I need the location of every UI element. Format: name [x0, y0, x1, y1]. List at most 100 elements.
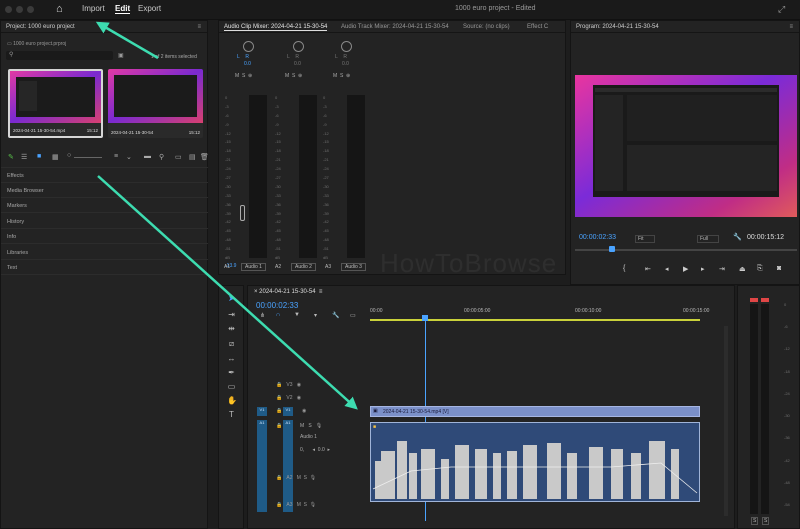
- pan-knob[interactable]: [293, 41, 304, 52]
- mute-solo-buttons[interactable]: M S 🎙: [300, 423, 322, 429]
- list-view-icon[interactable]: ☰: [21, 153, 27, 161]
- pen-tool-icon[interactable]: ✒: [227, 368, 236, 377]
- settings-wrench-icon[interactable]: 🔧: [332, 312, 339, 319]
- zoom-slider-handle[interactable]: ○: [67, 152, 71, 159]
- meter-tick-label: -51: [323, 246, 329, 252]
- fullscreen-icon[interactable]: ⤢: [778, 4, 785, 15]
- play-icon[interactable]: ▶: [683, 265, 688, 273]
- track-select-tool-icon[interactable]: ⇥: [227, 310, 236, 319]
- hand-tool-icon[interactable]: ✋: [227, 396, 237, 405]
- section-markers[interactable]: Markers: [7, 203, 27, 209]
- mute-solo-buttons[interactable]: M S ⊕: [333, 73, 350, 79]
- tab-effect-controls[interactable]: Effect C: [527, 24, 548, 30]
- eye-icon[interactable]: ◉: [302, 408, 306, 414]
- program-timecode[interactable]: 00:00:02:33: [579, 234, 616, 241]
- add-marker-icon[interactable]: ▼: [294, 312, 300, 318]
- lift-icon[interactable]: ⏏: [739, 265, 746, 273]
- close-window-button[interactable]: [5, 6, 12, 13]
- chevron-down-icon[interactable]: ⌄: [126, 153, 132, 161]
- icon-view-icon[interactable]: ■: [37, 153, 41, 160]
- snap-icon[interactable]: ⋔: [260, 312, 265, 319]
- section-libraries[interactable]: Libraries: [7, 250, 28, 256]
- volume-keyframe[interactable]: 0, ◂ 0.0 ▸: [300, 447, 330, 453]
- trash-icon[interactable]: 🗑: [200, 153, 209, 161]
- linked-selection-icon[interactable]: ∩: [276, 312, 280, 318]
- meter-tick-label: -36: [225, 201, 231, 207]
- clip-indicator-right[interactable]: [761, 298, 769, 302]
- freeform-view-icon[interactable]: ▦: [52, 153, 59, 161]
- menu-import[interactable]: Import: [82, 4, 105, 13]
- selection-tool-icon[interactable]: ➤: [227, 294, 236, 303]
- section-info[interactable]: Info: [7, 234, 16, 240]
- channel-name-a1[interactable]: Audio 1: [241, 263, 266, 271]
- go-to-out-icon[interactable]: ⇥: [719, 265, 725, 273]
- track-target-a1[interactable]: A1: [283, 420, 293, 512]
- automate-icon[interactable]: ▬: [144, 153, 151, 160]
- source-patch-a1[interactable]: A1: [257, 420, 267, 512]
- minimize-window-button[interactable]: [16, 6, 23, 13]
- section-text[interactable]: Text: [7, 265, 17, 271]
- menu-export[interactable]: Export: [138, 4, 161, 13]
- timeline-tab[interactable]: × 2024-04-21 15-30-54 ≡: [254, 289, 322, 295]
- zoom-dropdown[interactable]: Fit: [635, 235, 655, 243]
- tab-source[interactable]: Source: (no clips): [463, 24, 510, 30]
- section-media-browser[interactable]: Media Browser: [7, 188, 44, 194]
- camera-icon[interactable]: ◙: [777, 265, 781, 272]
- step-forward-icon[interactable]: ▸: [701, 265, 705, 273]
- solo-left-button[interactable]: S: [751, 517, 759, 525]
- new-bin-icon[interactable]: ▣: [118, 52, 124, 59]
- resolution-dropdown[interactable]: Full: [697, 235, 720, 243]
- menu-edit[interactable]: Edit: [115, 4, 131, 14]
- razor-tool-icon[interactable]: ⧄: [227, 339, 236, 348]
- settings-wrench-icon[interactable]: 🔧: [733, 233, 742, 241]
- video-clip[interactable]: ▣ 2024-04-21 15-30-54.mp4 [V]: [370, 406, 700, 417]
- meter-tick-label: -39: [275, 210, 281, 216]
- find-icon[interactable]: ⚲: [159, 153, 164, 161]
- mark-in-icon[interactable]: {: [623, 265, 625, 272]
- new-item-icon[interactable]: ▤: [189, 153, 196, 161]
- step-back-icon[interactable]: ◂: [665, 265, 669, 273]
- audio-clip[interactable]: ■: [370, 422, 700, 502]
- track-target-v1[interactable]: V1: [283, 407, 293, 416]
- mute-solo-buttons[interactable]: M S ⊕: [235, 73, 252, 79]
- pencil-icon[interactable]: ✎: [8, 153, 14, 161]
- solo-right-button[interactable]: S: [762, 517, 770, 525]
- timeline-scrollbar[interactable]: [724, 326, 728, 516]
- lock-icon[interactable]: 🔒: [276, 408, 282, 414]
- source-patch-v1[interactable]: V1: [257, 407, 267, 416]
- pan-knob[interactable]: [243, 41, 254, 52]
- program-playhead[interactable]: [609, 246, 615, 252]
- mute-solo-buttons[interactable]: M S ⊕: [285, 73, 302, 79]
- marker-icon[interactable]: ▾: [314, 312, 317, 319]
- pan-knob[interactable]: [341, 41, 352, 52]
- home-icon[interactable]: ⌂: [56, 3, 63, 15]
- section-history[interactable]: History: [7, 219, 24, 225]
- channel-name-a2[interactable]: Audio 2: [291, 263, 316, 271]
- new-bin-icon[interactable]: ▭: [175, 153, 182, 161]
- maximize-window-button[interactable]: [27, 6, 34, 13]
- pan-value: 0.0: [244, 61, 251, 67]
- channel-name-a3[interactable]: Audio 3: [341, 263, 366, 271]
- project-search-input[interactable]: ⚲: [6, 51, 113, 60]
- timeline-timecode[interactable]: 00:00:02:33: [256, 301, 298, 310]
- zoom-slider[interactable]: [74, 157, 102, 158]
- panel-menu-icon[interactable]: ≡: [789, 24, 793, 30]
- ripple-edit-tool-icon[interactable]: ⇹: [227, 324, 236, 333]
- meter-tick-label: -27: [275, 175, 281, 180]
- tab-audio-track-mixer[interactable]: Audio Track Mixer: 2024-04-21 15-30-54: [341, 24, 449, 30]
- panel-menu-icon[interactable]: ≡: [197, 24, 201, 30]
- go-to-in-icon[interactable]: ⇤: [645, 265, 651, 273]
- project-item-2[interactable]: 2024-04-21 15-30-54 15:12: [108, 69, 203, 138]
- project-item-1[interactable]: 2024-04-21 15-30-54.mp4 15:12: [8, 69, 103, 138]
- section-effects[interactable]: Effects: [7, 173, 24, 179]
- lock-icon[interactable]: 🔒: [276, 423, 282, 429]
- captions-icon[interactable]: ▭: [350, 312, 356, 319]
- tab-audio-clip-mixer[interactable]: Audio Clip Mixer: 2024-04-21 15-30-54: [224, 24, 328, 31]
- slip-tool-icon[interactable]: ↔: [227, 354, 236, 363]
- clip-indicator-left[interactable]: [750, 298, 758, 302]
- type-tool-icon[interactable]: T: [227, 410, 236, 419]
- sort-icon[interactable]: ≡: [114, 153, 118, 160]
- rectangle-tool-icon[interactable]: ▭: [227, 382, 236, 391]
- extract-icon[interactable]: ⎘: [757, 265, 763, 273]
- work-area-bar[interactable]: [370, 319, 700, 321]
